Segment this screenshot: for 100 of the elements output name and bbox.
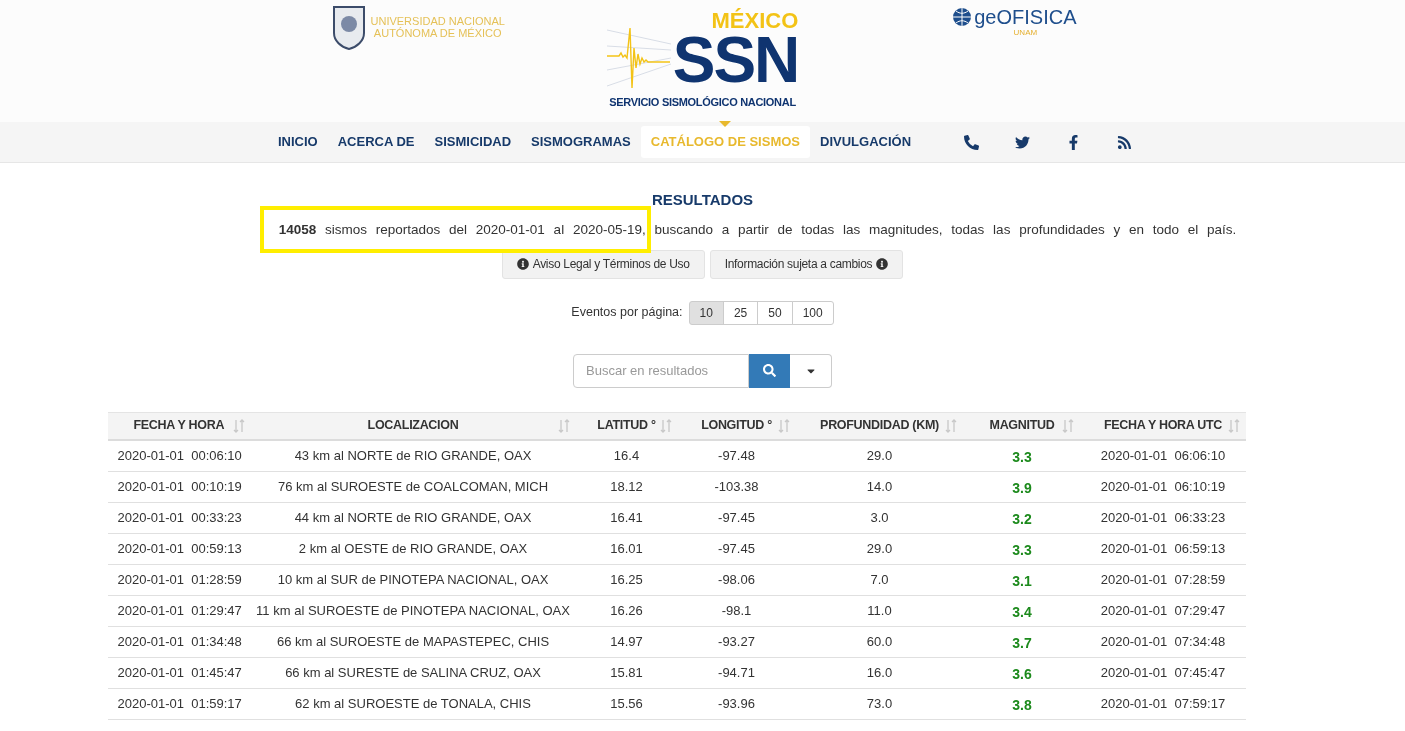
table-cell: -94.71 — [718, 665, 755, 680]
column-header[interactable]: LATITUD ° — [597, 416, 656, 436]
table-cell: 3.9 — [1012, 480, 1032, 497]
table-cell: -97.48 — [718, 448, 755, 463]
table-cell: -93.96 — [718, 696, 755, 711]
nav-link[interactable]: DIVULGACIÓN — [810, 126, 921, 158]
info-icon — [876, 258, 889, 271]
sort-icon — [1227, 418, 1240, 433]
table-cell: 2020-01-01 06:10:19 — [1100, 479, 1226, 494]
search-field[interactable]: Buscar en resultados — [573, 353, 749, 388]
sort-icon — [659, 418, 672, 433]
table-cell: 76 km al SUROESTE de COALCOMAN, MICH — [277, 479, 549, 494]
seismogram-drawing — [606, 26, 673, 88]
table-cell: -97.45 — [718, 541, 755, 556]
results-summary: 14058 sismos reportados del 2020-01-01 al 2020-05-19, buscando a partir de todas las magnitudes, todas las profundidades y en todo el país. — [278, 220, 1237, 239]
sort-icon — [1062, 418, 1075, 433]
agency-acronym: SSN — [672, 32, 799, 88]
table-cell: 16.41 — [610, 510, 643, 525]
table-cell: 2020-01-01 07:29:47 — [1100, 603, 1226, 618]
table-cell: 2020-01-01 06:59:13 — [1100, 541, 1226, 556]
table-cell: 29.0 — [866, 448, 893, 463]
page-size-option[interactable]: 10 — [688, 300, 724, 325]
table-cell: 14.0 — [866, 479, 893, 494]
nav-link[interactable]: ACERCA DE — [327, 126, 425, 158]
table-cell: 2020-01-01 07:28:59 — [1100, 572, 1226, 587]
table-cell: 73.0 — [866, 696, 893, 711]
table-cell: -93.27 — [718, 634, 755, 649]
table-cell: 2020-01-01 07:34:48 — [1100, 634, 1226, 649]
table-cell: 3.2 — [1012, 511, 1032, 528]
table-cell: 16.01 — [610, 541, 643, 556]
table-cell: 2020-01-01 06:06:10 — [1100, 448, 1226, 463]
disclaimer-button[interactable]: Información sujeta a cambios — [709, 249, 904, 279]
page-size-option[interactable]: 100 — [791, 300, 834, 325]
table-cell: 16.25 — [610, 572, 643, 587]
page-size-label: Eventos por página: — [571, 304, 683, 322]
table-cell: 66 km al SUROESTE de MAPASTEPEC, CHIS — [276, 634, 550, 649]
table-cell: 3.7 — [1012, 635, 1032, 652]
university-name: UNIVERSIDAD NACIONAL AUTÓNOMA DE MÉXICO — [370, 15, 505, 39]
crest-icon — [330, 4, 367, 50]
table-cell: 7.0 — [870, 572, 889, 587]
table-cell: 14.97 — [610, 634, 643, 649]
results-heading: RESULTADOS — [651, 190, 754, 210]
institute-subtitle: UNAM — [1013, 28, 1038, 37]
pointer-icon — [719, 121, 732, 127]
table-cell: 2020-01-01 00:33:23 — [117, 510, 242, 525]
table-cell: 10 km al SUR de PINOTEPA NACIONAL, OAX — [277, 572, 549, 587]
table-cell: 15.56 — [610, 696, 643, 711]
country-label: MÉXICO — [711, 10, 799, 32]
search-button[interactable] — [749, 353, 790, 388]
table-cell: 2020-01-01 01:59:17 — [117, 696, 242, 711]
table-cell: 3.1 — [1012, 573, 1032, 590]
nav-link[interactable]: SISMOGRAMAS — [521, 126, 641, 158]
nav-link[interactable]: SISMICIDAD — [424, 126, 522, 158]
table-cell: 2020-01-01 01:45:47 — [117, 665, 242, 680]
table-cell: 16.26 — [610, 603, 643, 618]
institute-name: geOFISICA — [974, 6, 1077, 28]
nav-link[interactable]: INICIO — [267, 126, 328, 158]
table-cell: 2020-01-01 07:45:47 — [1100, 665, 1226, 680]
table-cell: 3.6 — [1012, 666, 1032, 683]
sort-icon — [557, 418, 570, 433]
column-header[interactable]: FECHA Y HORA — [133, 416, 225, 436]
table-cell: 2020-01-01 01:34:48 — [117, 634, 242, 649]
table-cell: 2020-01-01 07:59:17 — [1100, 696, 1226, 711]
table-cell: 43 km al NORTE de RIO GRANDE, OAX — [294, 448, 532, 463]
table-cell: 2020-01-01 06:33:23 — [1100, 510, 1226, 525]
sort-icon — [777, 418, 790, 433]
globe-icon — [951, 6, 974, 28]
table-cell: 15.81 — [610, 665, 643, 680]
table-cell: 2020-01-01 00:06:10 — [117, 448, 242, 463]
column-header[interactable]: MAGNITUD — [989, 416, 1055, 436]
table-cell: 2020-01-01 00:10:19 — [117, 479, 242, 494]
table-cell: 11.0 — [867, 603, 892, 618]
table-cell: 3.3 — [1012, 449, 1032, 466]
agency-name: SERVICIO SISMOLÓGICO NACIONAL — [609, 95, 796, 110]
table-cell: 60.0 — [866, 634, 893, 649]
table-cell: 16.4 — [613, 448, 640, 463]
table-cell: -98.06 — [718, 572, 755, 587]
table-cell: 2020-01-01 00:59:13 — [117, 541, 242, 556]
column-header[interactable]: LOCALIZACION — [367, 416, 459, 436]
table-cell: 62 km al SUROESTE de TONALA, CHIS — [295, 696, 531, 711]
legal-notice-button[interactable]: Aviso Legal y Términos de Uso — [501, 249, 705, 279]
table-cell: 66 km al SURESTE de SALINA CRUZ, OAX — [285, 665, 541, 680]
table-cell: 2020-01-01 01:28:59 — [117, 572, 242, 587]
column-header[interactable]: FECHA Y HORA UTC — [1103, 416, 1223, 436]
page-size-option[interactable]: 50 — [757, 300, 793, 325]
column-header[interactable]: PROFUNDIDAD (KM) — [820, 416, 939, 436]
table-cell: 3.8 — [1012, 697, 1032, 714]
page-size-option[interactable]: 25 — [722, 300, 759, 325]
sort-icon — [945, 418, 958, 433]
table-cell: 11 km al SUROESTE de PINOTEPA NACIONAL, OAX — [256, 603, 570, 618]
sort-icon — [232, 418, 245, 433]
info-icon — [516, 258, 529, 271]
table-cell: 44 km al NORTE de RIO GRANDE, OAX — [294, 510, 532, 525]
search-icon — [763, 364, 776, 378]
table-cell: 16.0 — [866, 665, 893, 680]
table-cell: 2 km al OESTE de RIO GRANDE, OAX — [298, 541, 528, 556]
table-cell: -98.1 — [721, 603, 752, 618]
table-cell: -103.38 — [714, 479, 759, 494]
column-header[interactable]: LONGITUD ° — [701, 416, 772, 436]
table-cell: 2020-01-01 01:29:47 — [117, 603, 242, 618]
